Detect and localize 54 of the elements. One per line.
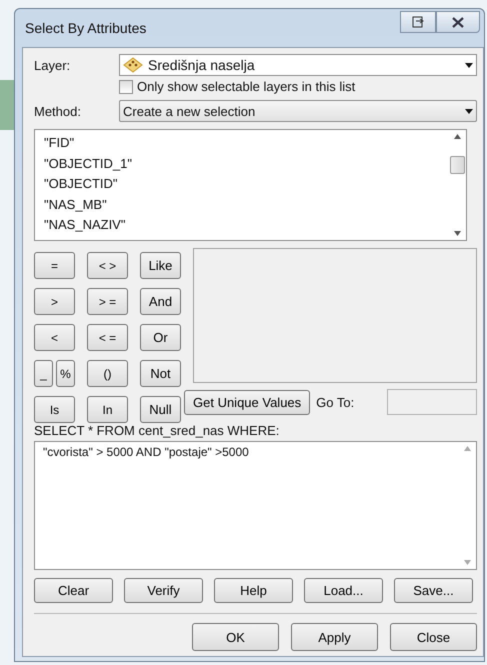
operator-button[interactable]: Not bbox=[140, 360, 181, 387]
operator-button[interactable]: () bbox=[87, 360, 128, 387]
action-button[interactable]: Save... bbox=[394, 578, 473, 603]
operator-button[interactable]: Is bbox=[34, 396, 75, 423]
background-panel bbox=[0, 80, 14, 130]
window-title: Select By Attributes bbox=[24, 20, 148, 36]
scroll-down-icon bbox=[464, 560, 471, 565]
go-to-label: Go To: bbox=[316, 394, 354, 410]
go-to-field[interactable] bbox=[387, 389, 477, 415]
operator-button[interactable]: Null bbox=[140, 396, 181, 423]
field-label: Layer: bbox=[34, 58, 72, 72]
operator-button[interactable]: And bbox=[140, 288, 181, 315]
operator-button[interactable]: % bbox=[56, 360, 75, 387]
checkbox[interactable] bbox=[119, 80, 133, 94]
close-icon bbox=[452, 16, 464, 28]
layer-dropdown[interactable]: Središnja naselja bbox=[119, 54, 477, 76]
close-button[interactable] bbox=[436, 11, 480, 33]
window-button[interactable] bbox=[400, 11, 436, 33]
dialog-button[interactable]: Apply bbox=[291, 623, 378, 651]
operator-button[interactable]: < bbox=[34, 324, 75, 351]
operator-button[interactable]: < = bbox=[87, 324, 128, 351]
field-list[interactable]: "FID" "OBJECTID_1" "OBJECTID" "NAS_MB" "NAS_NAZIV" bbox=[34, 129, 467, 241]
checkbox-label: Only show selectable layers in this list bbox=[137, 79, 356, 94]
unique-values-list[interactable] bbox=[193, 248, 477, 383]
scroll-up-icon bbox=[454, 134, 461, 139]
scroll-down-icon bbox=[454, 231, 461, 236]
operator-button[interactable]: Or bbox=[140, 324, 181, 351]
field-item[interactable]: "OBJECTID_1" bbox=[44, 154, 449, 174]
field-item[interactable]: "FID" bbox=[44, 133, 449, 154]
operator-button[interactable]: > = bbox=[87, 288, 128, 315]
operator-button[interactable]: < > bbox=[87, 252, 128, 279]
scroll-thumb[interactable] bbox=[450, 156, 465, 174]
query-field[interactable]: "cvorista" > 5000 AND "postaje" >5000 bbox=[34, 441, 477, 570]
operator-button[interactable]: _ bbox=[34, 360, 53, 387]
method-dropdown[interactable]: Create a new selection bbox=[119, 100, 477, 122]
operator-button[interactable]: In bbox=[87, 396, 128, 423]
dialog-button[interactable]: Close bbox=[390, 623, 477, 651]
field-item[interactable]: "NAS_NAZIV" bbox=[44, 215, 449, 236]
query-label: SELECT * FROM cent_sred_nas WHERE: bbox=[34, 423, 280, 438]
get-unique-values-button[interactable]: Get Unique Values bbox=[184, 390, 310, 414]
action-button[interactable]: Help bbox=[214, 578, 293, 603]
field-item[interactable]: "OBJECTID" bbox=[44, 174, 449, 194]
point-layer-icon bbox=[123, 57, 143, 73]
operator-button[interactable]: > bbox=[34, 288, 75, 315]
dialog-button[interactable]: OK bbox=[192, 623, 279, 651]
field-item[interactable]: "NAS_MB" bbox=[44, 194, 449, 215]
operator-button[interactable]: Like bbox=[140, 252, 181, 279]
action-button[interactable]: Load... bbox=[304, 578, 383, 603]
action-button[interactable]: Verify bbox=[124, 578, 203, 603]
window-icon bbox=[412, 16, 424, 28]
scroll-up-icon bbox=[464, 446, 471, 451]
operator-button[interactable]: = bbox=[34, 252, 75, 279]
field-label: Method: bbox=[34, 104, 82, 118]
action-button[interactable]: Clear bbox=[34, 578, 113, 603]
